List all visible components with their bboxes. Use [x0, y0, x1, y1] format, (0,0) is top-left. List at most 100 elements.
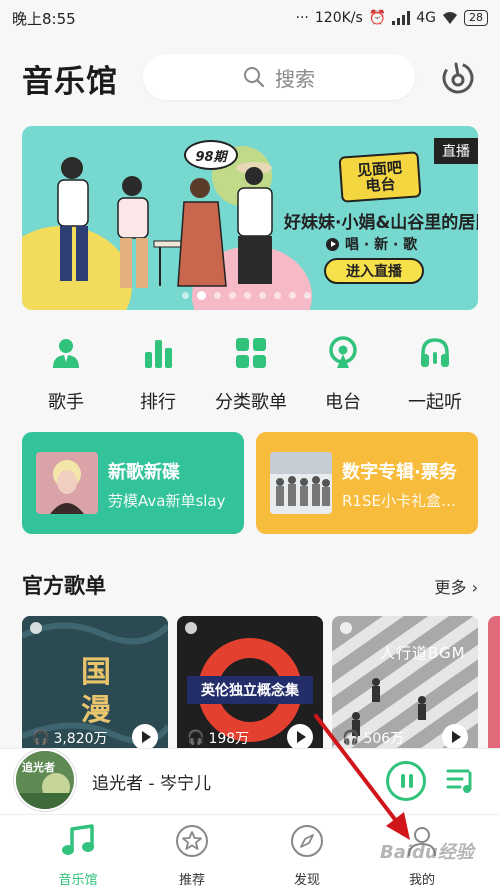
playlist-card-partial[interactable] [488, 616, 500, 756]
carousel-dot[interactable] [197, 291, 206, 300]
show-logo: 见面吧 电台 [338, 151, 422, 203]
tab-label: 音乐馆 [58, 873, 98, 888]
carousel-dots [182, 291, 311, 300]
category-icon [236, 338, 266, 368]
host-illustration [57, 157, 273, 288]
tab-label: 发现 [293, 873, 320, 888]
tab-label: 我的 [408, 873, 435, 888]
carousel-dot[interactable] [229, 292, 236, 299]
live-banner[interactable]: 98期 见面吧 电台 好妹妹·小娟&山谷里的居民 唱 · 新 · 歌 进入直播 … [22, 126, 478, 310]
promo-title: 新歌新碟 [108, 462, 180, 483]
live-badge: 直播 [434, 138, 478, 164]
playlist-title-art: 英伦独立概念集 [201, 683, 299, 699]
banner-guests: 好妹妹·小娟&山谷里的居民 [284, 213, 478, 233]
enter-live-button[interactable]: 进入直播 [324, 258, 424, 284]
nav-label: 电台 [325, 392, 361, 413]
carousel-dot[interactable] [259, 292, 266, 299]
chart-icon [145, 340, 172, 368]
alarm-icon: ⏰ [368, 10, 387, 26]
section-title: 官方歌单 [22, 574, 106, 598]
watermark: Baidu经验 [380, 842, 474, 863]
play-icon [326, 237, 339, 251]
status-bar: 晚上8:55 ··· 120K/s ⏰ 4G 28 [0, 0, 500, 36]
nav-label: 一起听 [408, 392, 462, 413]
star-icon [176, 825, 208, 857]
promo-subtitle: 劳模Ava新单slay [108, 492, 226, 510]
battery-icon: 28 [464, 10, 488, 26]
nav-chart[interactable]: 排行 [108, 336, 208, 414]
banner-sub-text: 唱 · 新 · 歌 [345, 237, 418, 253]
playlist-queue-icon[interactable] [446, 765, 476, 795]
play-button[interactable] [442, 724, 468, 750]
network-speed: 120K/s [314, 10, 363, 26]
signal-icon [392, 11, 411, 25]
tab-label: 推荐 [178, 873, 205, 888]
now-playing-title: 追光者 - 岑宁儿 [92, 774, 211, 794]
tab-music-hall[interactable]: 音乐馆 [38, 823, 118, 888]
carousel-dot[interactable] [182, 292, 189, 299]
banner-subtitle: 唱 · 新 · 歌 [326, 234, 417, 254]
page-title: 音乐馆 [22, 64, 118, 100]
wifi-icon [443, 12, 457, 24]
status-time: 晚上8:55 [12, 9, 76, 28]
more-label: 更多 [434, 578, 467, 597]
playlist-card[interactable]: 英伦独立概念集 🎧 198万 [177, 616, 323, 756]
play-count-value: 506万 [363, 731, 405, 747]
dots-icon: ··· [295, 10, 309, 26]
singer-icon [53, 339, 79, 368]
digital-album-card[interactable]: 数字专辑·票务 R1SE小卡礼盒… [256, 432, 478, 534]
network-type: 4G [416, 10, 436, 26]
search-input[interactable]: 搜索 [143, 54, 415, 100]
chevron-right-icon: › [471, 578, 478, 597]
headphones-icon [421, 338, 449, 367]
tab-recommend[interactable]: 推荐 [152, 823, 232, 888]
search-icon [244, 67, 265, 88]
playlist-card[interactable]: 人行道BGM 🎧 506万 [332, 616, 478, 756]
play-count: 🎧 506万 [342, 728, 404, 748]
nav-category[interactable]: 分类歌单 [201, 336, 301, 414]
headphones-small-icon: 🎧 [187, 730, 205, 746]
nav-label: 排行 [140, 392, 176, 413]
pause-button[interactable] [386, 761, 426, 801]
more-link[interactable]: 更多 › [434, 574, 478, 598]
carousel-dot[interactable] [304, 292, 311, 299]
episode-bubble: 98期 [184, 140, 238, 170]
play-count-value: 3,820万 [53, 731, 108, 747]
radar-icon[interactable] [440, 60, 476, 96]
carousel-dot[interactable] [274, 292, 281, 299]
headphones-small-icon: 🎧 [342, 730, 360, 746]
nav-label: 歌手 [48, 392, 84, 413]
nav-singer[interactable]: 歌手 [16, 336, 116, 414]
album-cover [36, 452, 98, 514]
headphones-small-icon: 🎧 [32, 730, 50, 746]
carousel-dot[interactable] [214, 292, 221, 299]
header: 音乐馆 搜索 [0, 50, 500, 106]
search-placeholder: 搜索 [275, 66, 315, 91]
play-count: 🎧 198万 [187, 728, 249, 748]
playlist-title-art: 人行道BGM [380, 644, 466, 662]
play-count-value: 198万 [208, 731, 250, 747]
show-logo-bottom: 电台 [364, 174, 397, 196]
now-playing-cover: 追光者 [14, 749, 76, 811]
music-note-icon [62, 824, 94, 855]
quick-nav: 歌手 排行 分类歌单 电台 一起听 [0, 336, 500, 416]
play-button[interactable] [287, 724, 313, 750]
mini-player[interactable]: 追光者 追光者 - 岑宁儿 [0, 748, 500, 814]
playlist-card[interactable]: 国漫 🎧 3,820万 [22, 616, 168, 756]
promo-subtitle: R1SE小卡礼盒… [342, 492, 456, 510]
tab-discover[interactable]: 发现 [267, 823, 347, 888]
playlist-title-art: 国漫 [81, 655, 111, 728]
nav-listen-together[interactable]: 一起听 [385, 336, 485, 414]
compass-icon [291, 825, 323, 857]
status-icons: ··· 120K/s ⏰ 4G 28 [296, 10, 488, 26]
new-releases-card[interactable]: 新歌新碟 劳模Ava新单slay [22, 432, 244, 534]
promo-title: 数字专辑·票务 [342, 462, 457, 483]
album-cover [270, 452, 332, 514]
official-playlists-header: 官方歌单 更多 › [22, 570, 478, 600]
carousel-dot[interactable] [244, 292, 251, 299]
cover-text: 追光者 [22, 761, 55, 774]
nav-radio[interactable]: 电台 [293, 336, 393, 414]
play-button[interactable] [132, 724, 158, 750]
carousel-dot[interactable] [289, 292, 296, 299]
radio-icon [329, 336, 357, 368]
